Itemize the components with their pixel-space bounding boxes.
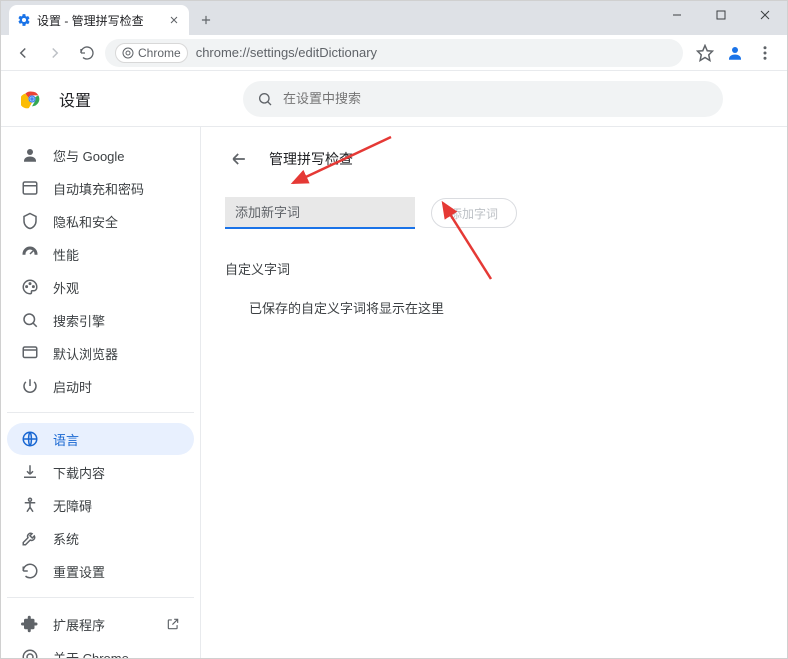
settings-page: 设置 您与 Google 自动填充和密码 隐私和安全 性能 (1, 71, 787, 658)
person-icon (21, 146, 39, 164)
menu-button[interactable] (751, 39, 779, 67)
browser-tab[interactable]: 设置 - 管理拼写检查 (9, 5, 189, 35)
empty-message: 已保存的自定义字词将显示在这里 (225, 298, 763, 317)
sidebar-item-label: 扩展程序 (53, 615, 105, 634)
content-heading: 管理拼写检查 (269, 149, 353, 169)
sidebar-item-label: 自动填充和密码 (53, 179, 144, 198)
sidebar-item-appearance[interactable]: 外观 (7, 271, 194, 303)
sidebar-divider (7, 597, 194, 598)
new-tab-button[interactable] (193, 7, 219, 33)
search-icon (21, 311, 39, 329)
extension-icon (21, 615, 39, 633)
sidebar-item-label: 启动时 (53, 377, 92, 396)
add-word-button[interactable]: 添加字词 (431, 198, 517, 228)
sidebar-item-label: 系统 (53, 529, 79, 548)
close-icon[interactable] (167, 13, 181, 27)
sidebar-item-on-startup[interactable]: 启动时 (7, 370, 194, 402)
sidebar-item-label: 关于 Chrome (53, 648, 129, 659)
content-subheader: 管理拼写检查 (225, 145, 763, 173)
wrench-icon (21, 529, 39, 547)
sidebar-item-autofill[interactable]: 自动填充和密码 (7, 172, 194, 204)
sidebar-item-search-engine[interactable]: 搜索引擎 (7, 304, 194, 336)
page-title: 设置 (59, 87, 227, 111)
settings-search-input[interactable] (283, 91, 709, 106)
sidebar-item-languages[interactable]: 语言 (7, 423, 194, 455)
speed-icon (21, 245, 39, 263)
globe-icon (21, 430, 39, 448)
sidebar-item-you-and-google[interactable]: 您与 Google (7, 139, 194, 171)
sidebar-item-label: 您与 Google (53, 146, 125, 165)
custom-words-label: 自定义字词 (225, 259, 763, 278)
settings-sidebar: 您与 Google 自动填充和密码 隐私和安全 性能 外观 搜索引擎 (1, 127, 201, 658)
page-header: 设置 (1, 71, 787, 127)
sidebar-item-default-browser[interactable]: 默认浏览器 (7, 337, 194, 369)
close-window-button[interactable] (743, 1, 787, 29)
sidebar-item-label: 搜索引擎 (53, 311, 105, 330)
chrome-logo-icon (21, 88, 43, 110)
address-text: chrome://settings/editDictionary (196, 45, 377, 60)
browser-titlebar: 设置 - 管理拼写检查 (1, 1, 787, 35)
maximize-button[interactable] (699, 1, 743, 29)
external-link-icon (166, 617, 180, 631)
sidebar-item-performance[interactable]: 性能 (7, 238, 194, 270)
sidebar-item-label: 下载内容 (53, 463, 105, 482)
tab-title: 设置 - 管理拼写检查 (37, 12, 161, 29)
content-area: 管理拼写检查 添加字词 自定义字词 已保存的自定义字词将显示在这里 (201, 127, 787, 658)
browser-toolbar: Chrome chrome://settings/editDictionary (1, 35, 787, 71)
sidebar-item-label: 性能 (53, 245, 79, 264)
sidebar-item-label: 无障碍 (53, 496, 92, 515)
profile-button[interactable] (721, 39, 749, 67)
search-icon (257, 91, 273, 107)
autofill-icon (21, 179, 39, 197)
sidebar-item-label: 隐私和安全 (53, 212, 118, 231)
sidebar-divider (7, 412, 194, 413)
add-word-input[interactable] (225, 197, 415, 229)
sidebar-item-privacy[interactable]: 隐私和安全 (7, 205, 194, 237)
power-icon (21, 377, 39, 395)
sidebar-item-label: 语言 (53, 430, 79, 449)
sidebar-item-downloads[interactable]: 下载内容 (7, 456, 194, 488)
download-icon (21, 463, 39, 481)
chrome-chip: Chrome (115, 43, 188, 63)
sidebar-item-label: 外观 (53, 278, 79, 297)
sidebar-item-accessibility[interactable]: 无障碍 (7, 489, 194, 521)
palette-icon (21, 278, 39, 296)
back-arrow-button[interactable] (225, 145, 253, 173)
browser-icon (21, 344, 39, 362)
chrome-chip-label: Chrome (138, 46, 181, 60)
sidebar-item-about[interactable]: 关于 Chrome (7, 641, 194, 658)
reload-button[interactable] (73, 39, 101, 67)
accessibility-icon (21, 496, 39, 514)
window-controls (655, 1, 787, 29)
back-button[interactable] (9, 39, 37, 67)
chrome-icon (21, 648, 39, 658)
sidebar-item-label: 重置设置 (53, 562, 105, 581)
sidebar-item-reset[interactable]: 重置设置 (7, 555, 194, 587)
settings-search[interactable] (243, 81, 723, 117)
shield-icon (21, 212, 39, 230)
gear-icon (17, 13, 31, 27)
star-icon[interactable] (691, 39, 719, 67)
add-word-row: 添加字词 (225, 197, 763, 229)
reset-icon (21, 562, 39, 580)
address-bar[interactable]: Chrome chrome://settings/editDictionary (105, 39, 683, 67)
sidebar-item-label: 默认浏览器 (53, 344, 118, 363)
minimize-button[interactable] (655, 1, 699, 29)
forward-button[interactable] (41, 39, 69, 67)
sidebar-item-extensions[interactable]: 扩展程序 (7, 608, 194, 640)
sidebar-item-system[interactable]: 系统 (7, 522, 194, 554)
